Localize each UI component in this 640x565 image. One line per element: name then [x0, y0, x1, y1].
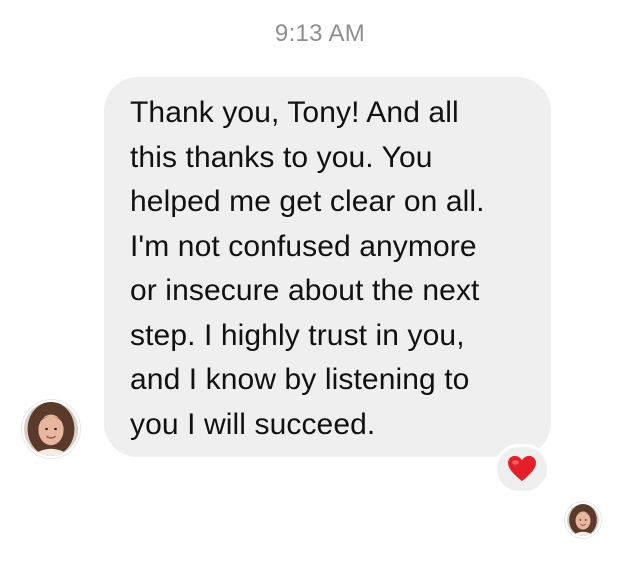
profile-photo-icon: [567, 504, 599, 536]
sender-avatar[interactable]: [22, 400, 80, 458]
profile-photo-icon: [24, 402, 78, 456]
red-heart-icon: [508, 455, 536, 482]
message-bubble[interactable]: Thank you, Tony! And all this thanks to …: [104, 77, 551, 457]
reaction-badge[interactable]: [494, 444, 550, 494]
message-timestamp: 9:13 AM: [274, 20, 366, 47]
message-text: Thank you, Tony! And all this thanks to …: [130, 96, 485, 441]
read-receipt-avatar: [565, 502, 601, 538]
